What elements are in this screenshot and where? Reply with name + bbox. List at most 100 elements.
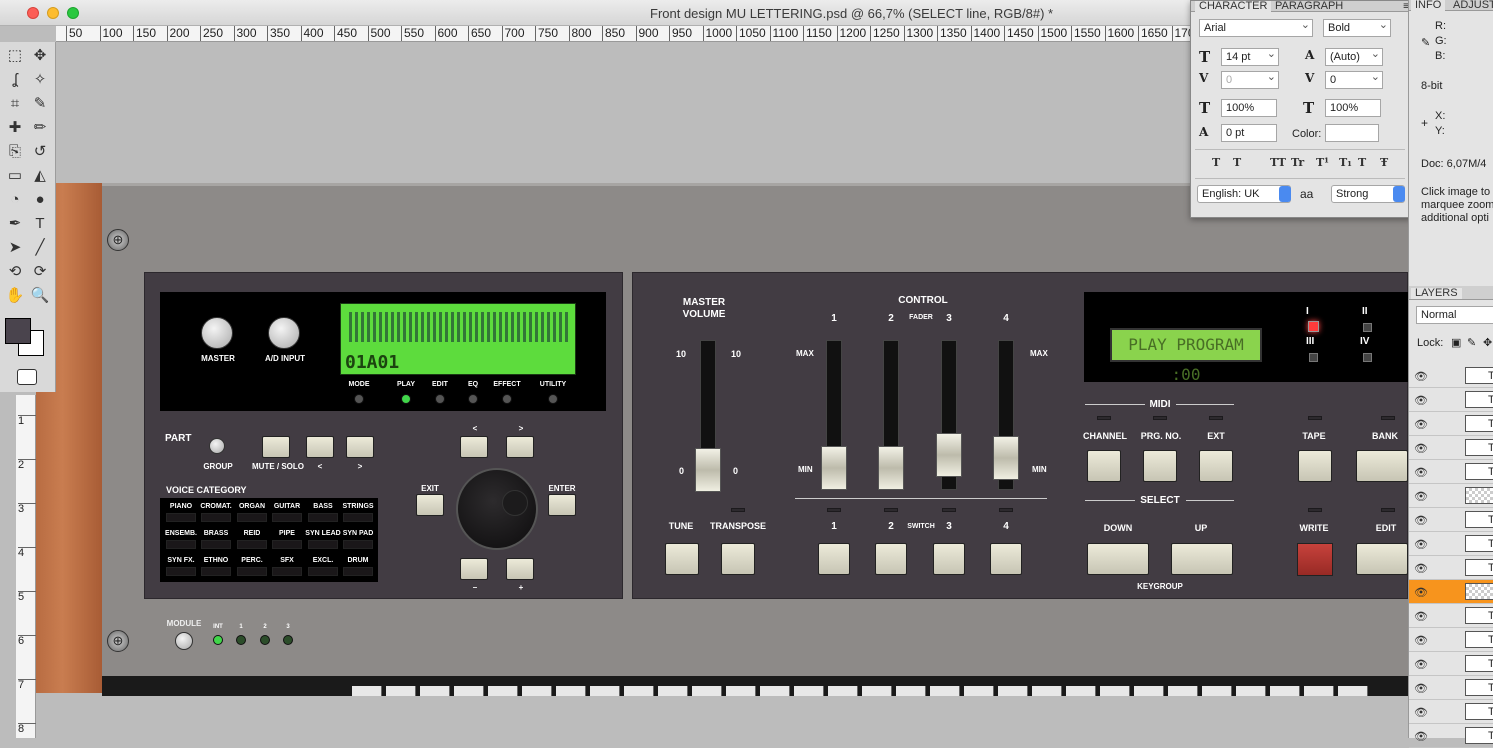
magic-wand-icon[interactable]: ✧	[29, 70, 51, 90]
switch-button-2[interactable]	[875, 543, 907, 575]
mode-button-1[interactable]	[401, 394, 411, 404]
layer-row[interactable]: 👁 T	[1409, 652, 1493, 676]
mode-button-0[interactable]	[354, 394, 364, 404]
prg-no-button[interactable]	[1143, 450, 1177, 482]
lasso-icon[interactable]: ʆ	[4, 70, 26, 90]
channel-button[interactable]	[1087, 450, 1121, 482]
layer-row[interactable]: 👁 T	[1409, 364, 1493, 388]
voice-category-button[interactable]	[343, 567, 373, 576]
switch-button-3[interactable]	[933, 543, 965, 575]
style-button[interactable]: Ŧ	[1380, 156, 1388, 169]
horizontal-scale-field[interactable]: 100%	[1325, 99, 1381, 117]
visibility-eye-icon[interactable]: 👁	[1414, 634, 1428, 647]
edit-button[interactable]	[1356, 543, 1408, 575]
control-fader-3[interactable]	[936, 433, 962, 477]
tab-adjustments[interactable]: ADJUST	[1449, 0, 1493, 11]
layer-row[interactable]: 👁 T	[1409, 412, 1493, 436]
voice-category-button[interactable]	[237, 513, 267, 522]
layer-row[interactable]: 👁 T	[1409, 676, 1493, 700]
control-fader-2[interactable]	[878, 446, 904, 490]
font-size-field[interactable]: 14 pt	[1221, 46, 1279, 66]
mode-button-5[interactable]	[548, 394, 558, 404]
layer-row[interactable]: 👁 T	[1409, 436, 1493, 460]
tab-layers[interactable]: LAYERS	[1411, 288, 1462, 299]
tab-info[interactable]: INFO	[1411, 0, 1446, 11]
visibility-eye-icon[interactable]: 👁	[1414, 370, 1428, 383]
voice-category-button[interactable]	[237, 540, 267, 549]
eraser-icon[interactable]: ▭	[4, 166, 26, 186]
3d-rotate-icon[interactable]: ⟲	[4, 262, 26, 282]
up-button[interactable]	[1171, 543, 1233, 575]
marquee-icon[interactable]: ⬚	[4, 46, 26, 66]
voice-category-button[interactable]	[272, 540, 302, 549]
mode-button-4[interactable]	[502, 394, 512, 404]
type-icon[interactable]: T	[29, 214, 51, 234]
hand-icon[interactable]: ✋	[4, 286, 26, 306]
exit-button[interactable]	[416, 494, 444, 516]
ext-button[interactable]	[1199, 450, 1233, 482]
text-color-swatch[interactable]	[1325, 124, 1379, 142]
3d-orbit-icon[interactable]: ⟳	[29, 262, 51, 282]
voice-category-button[interactable]	[237, 567, 267, 576]
pen-icon[interactable]: ✒	[4, 214, 26, 234]
layer-row[interactable]: 👁 T	[1409, 556, 1493, 580]
mode-button-3[interactable]	[468, 394, 478, 404]
enter-button[interactable]	[548, 494, 576, 516]
layer-row[interactable]: 👁 T	[1409, 724, 1493, 748]
layer-row[interactable]: 👁 T	[1409, 628, 1493, 652]
path-select-icon[interactable]: ➤	[4, 238, 26, 258]
visibility-eye-icon[interactable]: 👁	[1414, 418, 1428, 431]
control-fader-4[interactable]	[993, 436, 1019, 480]
mode-button-2[interactable]	[435, 394, 445, 404]
down-button[interactable]	[1087, 543, 1149, 575]
blur-icon[interactable]: ◔	[4, 190, 26, 210]
visibility-eye-icon[interactable]: 👁	[1414, 658, 1428, 671]
quick-mask-icon[interactable]	[17, 369, 37, 385]
stamp-icon[interactable]: ⎘	[4, 142, 26, 162]
leading-field[interactable]: (Auto)	[1325, 46, 1383, 66]
tape-button[interactable]	[1298, 450, 1332, 482]
visibility-eye-icon[interactable]: 👁	[1414, 586, 1428, 599]
visibility-eye-icon[interactable]: 👁	[1414, 682, 1428, 695]
visibility-eye-icon[interactable]: 👁	[1414, 706, 1428, 719]
eyedropper-icon[interactable]: ✎	[29, 94, 51, 114]
voice-category-button[interactable]	[343, 513, 373, 522]
visibility-eye-icon[interactable]: 👁	[1414, 610, 1428, 623]
style-button[interactable]: T¹	[1316, 156, 1329, 169]
group-button[interactable]	[209, 438, 225, 454]
history-brush-icon[interactable]: ↺	[29, 142, 51, 162]
voice-category-button[interactable]	[308, 540, 338, 549]
lock-position-icon[interactable]: ✥	[1483, 336, 1492, 349]
visibility-eye-icon[interactable]: 👁	[1414, 562, 1428, 575]
part-next-button[interactable]	[346, 436, 374, 458]
write-button[interactable]	[1297, 543, 1333, 576]
foreground-color-swatch-top[interactable]	[5, 318, 31, 344]
visibility-eye-icon[interactable]: 👁	[1414, 394, 1428, 407]
zoom-icon[interactable]: 🔍	[29, 286, 51, 306]
language-select[interactable]: English: UK	[1197, 185, 1291, 203]
transpose-button[interactable]	[721, 543, 755, 575]
cursor-up-left-button[interactable]	[460, 436, 488, 458]
healing-icon[interactable]: ✚	[4, 118, 26, 138]
voice-category-button[interactable]	[166, 540, 196, 549]
tab-paragraph[interactable]: PARAGRAPH	[1271, 1, 1347, 12]
close-window-button[interactable]	[27, 7, 39, 19]
visibility-eye-icon[interactable]: 👁	[1414, 490, 1428, 503]
voice-category-button[interactable]	[308, 567, 338, 576]
tracking-field[interactable]: 0	[1325, 69, 1383, 89]
layer-row[interactable]: 👁 T	[1409, 700, 1493, 724]
lock-image-icon[interactable]: ✎	[1467, 336, 1476, 349]
part-prev-button[interactable]	[306, 436, 334, 458]
blend-mode-select[interactable]: Normal	[1416, 306, 1493, 324]
dodge-icon[interactable]: ●	[29, 190, 51, 210]
voice-category-button[interactable]	[166, 513, 196, 522]
visibility-eye-icon[interactable]: 👁	[1414, 538, 1428, 551]
cursor-up-right-button[interactable]	[506, 436, 534, 458]
visibility-eye-icon[interactable]: 👁	[1414, 730, 1428, 743]
layer-row[interactable]: 👁 T	[1409, 460, 1493, 484]
paint-bucket-icon[interactable]: ◭	[29, 166, 51, 186]
voice-category-button[interactable]	[201, 567, 231, 576]
layer-row[interactable]: 👁 T	[1409, 604, 1493, 628]
ad-input-knob[interactable]	[268, 317, 300, 349]
master-knob[interactable]	[201, 317, 233, 349]
